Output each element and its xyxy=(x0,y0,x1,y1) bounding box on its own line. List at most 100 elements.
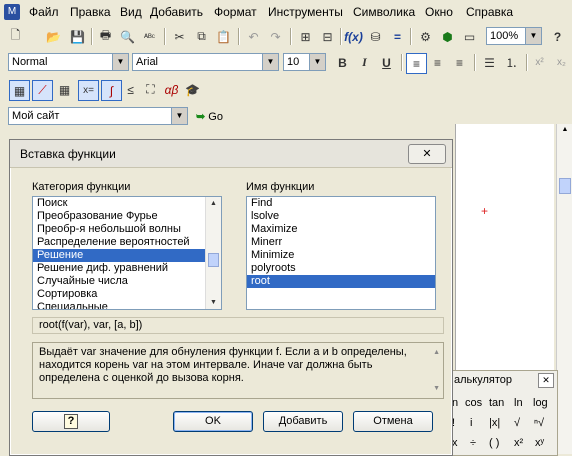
bold-icon[interactable]: B xyxy=(333,53,352,72)
undo-icon[interactable]: ↶ xyxy=(244,27,263,46)
category-list[interactable]: Поиск Преобразование Фурье Преобр-я небо… xyxy=(32,196,222,310)
numbering-icon[interactable]: ⒈ xyxy=(502,53,521,72)
calc-key[interactable]: ⁿ√ xyxy=(534,417,544,429)
boolean-icon[interactable]: ≤ xyxy=(121,80,140,99)
greek-icon[interactable]: αβ xyxy=(162,80,181,99)
save-icon[interactable]: 💾 xyxy=(68,27,87,46)
spellcheck-icon[interactable]: ᴬᴮᶜ xyxy=(140,27,159,46)
calc-key[interactable]: |x| xyxy=(489,417,500,429)
help-button[interactable]: ? xyxy=(32,411,110,432)
list-item[interactable]: polyroots xyxy=(247,262,435,275)
list-item[interactable]: lsolve xyxy=(247,210,435,223)
symbolic-icon[interactable]: 🎓 xyxy=(183,80,202,99)
list-item[interactable]: Maximize xyxy=(247,223,435,236)
menu-window[interactable]: Окно xyxy=(425,5,453,19)
cut-icon[interactable]: ✂ xyxy=(170,27,189,46)
scroll-thumb[interactable] xyxy=(208,253,219,267)
list-item[interactable]: Minerr xyxy=(247,236,435,249)
underline-icon[interactable]: U xyxy=(377,53,396,72)
calculus-icon[interactable]: ∫ xyxy=(101,80,122,101)
cancel-button[interactable]: Отмена xyxy=(353,411,433,432)
resources-icon[interactable]: ⬢ xyxy=(438,27,457,46)
menu-file[interactable]: Файл xyxy=(29,5,59,19)
paste-icon[interactable]: 📋 xyxy=(214,27,233,46)
calc-key[interactable]: i xyxy=(470,417,472,429)
close-button[interactable]: ✕ xyxy=(408,144,446,164)
font-select[interactable]: Arial ▼ xyxy=(132,53,279,71)
evaluation-icon[interactable]: x= xyxy=(78,80,99,101)
chevron-down-icon[interactable]: ▼ xyxy=(309,54,325,70)
menu-help[interactable]: Справка xyxy=(466,5,513,19)
chevron-down-icon[interactable]: ▼ xyxy=(262,54,278,70)
align-left-icon[interactable]: ≡ xyxy=(406,53,427,74)
list-item[interactable]: Преобразование Фурье xyxy=(33,210,221,223)
chevron-down-icon[interactable]: ▼ xyxy=(525,28,541,44)
align-horizontal-icon[interactable]: ⊞ xyxy=(296,27,315,46)
scroll-up-icon[interactable]: ▲ xyxy=(433,346,440,359)
go-button[interactable]: ➥ Go xyxy=(196,108,223,126)
list-item[interactable]: Minimize xyxy=(247,249,435,262)
scroll-down-icon[interactable]: ▼ xyxy=(207,297,220,308)
list-item[interactable]: Find xyxy=(247,197,435,210)
list-item[interactable]: Случайные числа xyxy=(33,275,221,288)
calc-key[interactable]: ÷ xyxy=(470,437,476,449)
scroll-up-icon[interactable]: ▲ xyxy=(207,198,220,209)
open-icon[interactable]: 📂 xyxy=(44,27,63,46)
chevron-down-icon[interactable]: ▼ xyxy=(112,54,128,70)
align-right-icon[interactable]: ≡ xyxy=(450,53,469,72)
list-item[interactable]: Сортировка xyxy=(33,288,221,301)
calculator-icon[interactable]: ▦ xyxy=(9,80,30,101)
align-center-icon[interactable]: ≡ xyxy=(428,53,447,72)
resource-select[interactable]: Мой сайт ▼ xyxy=(8,107,188,125)
menu-edit[interactable]: Правка xyxy=(70,5,111,19)
scroll-down-icon[interactable]: ▼ xyxy=(433,382,440,395)
insert-function-icon[interactable]: f(x) xyxy=(344,27,363,46)
calculator-close-button[interactable]: ✕ xyxy=(538,373,554,388)
new-icon[interactable]: 🗋 xyxy=(6,27,25,46)
insert-button[interactable]: Добавить xyxy=(263,411,343,432)
list-item[interactable]: Специальные xyxy=(33,301,221,309)
scroll-up-icon[interactable]: ▲ xyxy=(559,126,571,138)
worksheet-scrollbar[interactable]: ▲ xyxy=(556,124,572,454)
print-preview-icon[interactable]: 🔍 xyxy=(118,27,137,46)
calc-key[interactable]: log xyxy=(533,397,548,409)
zoom-select[interactable]: 100% ▼ xyxy=(486,27,542,45)
insert-unit-icon[interactable]: ⛁ xyxy=(366,27,385,46)
copy-icon[interactable]: ⧉ xyxy=(192,27,211,46)
menu-insert[interactable]: Добавить xyxy=(150,5,203,19)
list-item[interactable]: Преобр-я небольшой волны xyxy=(33,223,221,236)
style-select[interactable]: Normal ▼ xyxy=(8,53,129,71)
scroll-thumb[interactable] xyxy=(559,178,571,194)
list-item[interactable]: Поиск xyxy=(33,197,221,210)
programming-icon[interactable]: ⛶ xyxy=(141,80,160,99)
components-icon[interactable]: ⚙ xyxy=(416,27,435,46)
calc-key[interactable]: cos xyxy=(465,397,482,409)
chevron-down-icon[interactable]: ▼ xyxy=(171,108,187,124)
menu-tools[interactable]: Инструменты xyxy=(268,5,343,19)
calc-key[interactable]: xʸ xyxy=(535,437,544,449)
print-icon[interactable]: 🖶 xyxy=(96,27,115,46)
superscript-icon[interactable]: x₂ xyxy=(552,53,571,72)
window-icon[interactable]: ▭ xyxy=(460,27,479,46)
category-scrollbar[interactable]: ▲ ▼ xyxy=(205,197,221,309)
calc-key[interactable]: √ xyxy=(514,417,520,429)
italic-icon[interactable]: I xyxy=(355,53,374,72)
menu-view[interactable]: Вид xyxy=(120,5,142,19)
align-vertical-icon[interactable]: ⊟ xyxy=(318,27,337,46)
menu-symbolics[interactable]: Символика xyxy=(353,5,415,19)
calc-key[interactable]: ( ) xyxy=(489,437,499,449)
calculate-icon[interactable]: = xyxy=(388,27,407,46)
list-item[interactable]: Решение диф. уравнений xyxy=(33,262,221,275)
redo-icon[interactable]: ↷ xyxy=(266,27,285,46)
menu-format[interactable]: Формат xyxy=(214,5,257,19)
list-item-selected[interactable]: root xyxy=(247,275,435,288)
subscript-icon[interactable]: x² xyxy=(530,53,549,72)
calc-key[interactable]: x² xyxy=(514,437,523,449)
ok-button[interactable]: OK xyxy=(173,411,253,432)
list-item-selected[interactable]: Решение xyxy=(33,249,221,262)
function-list[interactable]: Find lsolve Maximize Minerr Minimize pol… xyxy=(246,196,436,310)
size-select[interactable]: 10 ▼ xyxy=(283,53,326,71)
dialog-titlebar[interactable]: Вставка функции ✕ xyxy=(10,140,452,168)
app-icon[interactable]: M xyxy=(4,4,20,20)
calc-key[interactable]: ln xyxy=(514,397,523,409)
